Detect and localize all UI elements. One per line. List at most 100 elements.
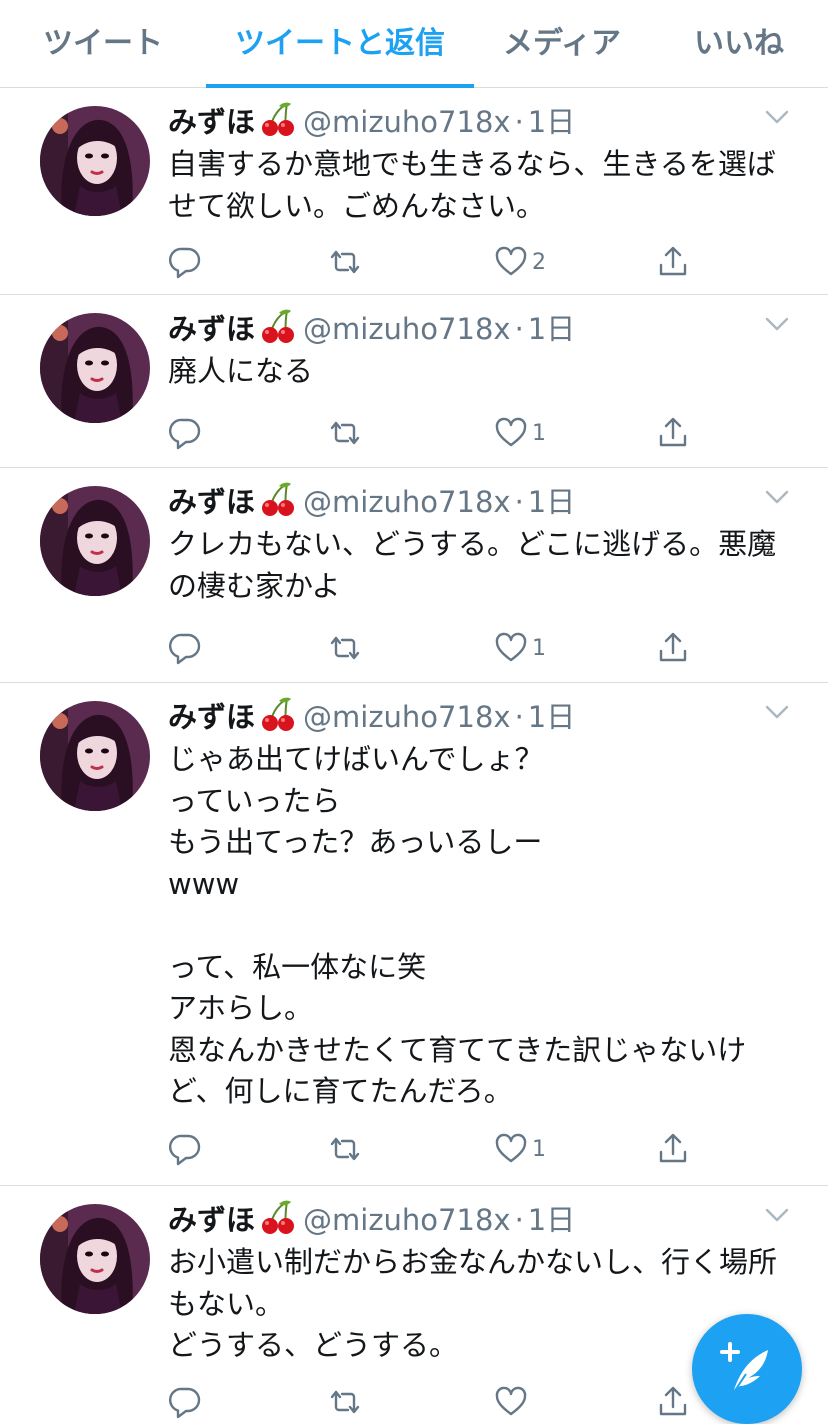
- tweet[interactable]: みずほ @mizuho718x · 1日 自害するか意地でも生きるなら、生きるを選ばせ…: [0, 88, 828, 295]
- tweet-actions: 1: [168, 1129, 728, 1169]
- avatar[interactable]: [40, 106, 150, 216]
- retweet-icon: [330, 1390, 360, 1414]
- tweet-actions: 2: [168, 242, 728, 282]
- reply-icon: [169, 1134, 201, 1166]
- share-icon: [659, 246, 687, 276]
- retweet-button[interactable]: [328, 413, 362, 453]
- display-name[interactable]: みずほ: [168, 1203, 255, 1237]
- timestamp[interactable]: 1日: [528, 1203, 575, 1237]
- share-icon: [659, 1133, 687, 1163]
- share-button[interactable]: [656, 628, 690, 668]
- retweet-button[interactable]: [328, 628, 362, 668]
- tweet[interactable]: みずほ @mizuho718x · 1日 クレカもない、どうする。どこに逃げる。悪魔の…: [0, 468, 828, 683]
- share-icon: [659, 1386, 687, 1416]
- chevron-down-icon[interactable]: [764, 315, 790, 333]
- tweet-header: みずほ @mizuho718x · 1日: [168, 480, 575, 522]
- reply-button[interactable]: [168, 413, 202, 453]
- separator-dot: ·: [514, 700, 524, 734]
- reply-icon: [169, 247, 201, 279]
- tab-tweets[interactable]: ツイート: [0, 0, 206, 87]
- cherries-emoji-icon: [259, 695, 297, 733]
- timestamp[interactable]: 1日: [528, 312, 575, 346]
- tab-likes[interactable]: いいね: [650, 0, 828, 87]
- reply-icon: [169, 1387, 201, 1419]
- tweet-text: クレカもない、どうする。どこに逃げる。悪魔の棲む家かよ: [168, 527, 777, 603]
- share-button[interactable]: [656, 413, 690, 453]
- reply-button[interactable]: [168, 628, 202, 668]
- retweet-icon: [330, 421, 360, 445]
- reply-icon: [169, 418, 201, 450]
- tweet-text: 自害するか意地でも生きるなら、生きるを選ばせて欲しい。ごめんなさい。: [168, 147, 776, 223]
- tweet-text: じゃあ出てけばいんでしょ？ っていったら もう出てった？あっいるしー www っ…: [168, 742, 747, 1108]
- tweet-actions: [168, 1382, 728, 1422]
- share-button[interactable]: [656, 1382, 690, 1422]
- timestamp[interactable]: 1日: [528, 700, 575, 734]
- share-button[interactable]: [656, 242, 690, 282]
- like-button[interactable]: [494, 1382, 532, 1422]
- retweet-icon: [330, 250, 360, 274]
- display-name[interactable]: みずほ: [168, 485, 255, 519]
- like-count: 1: [532, 420, 546, 446]
- timestamp[interactable]: 1日: [528, 105, 575, 139]
- heart-icon: [495, 246, 527, 276]
- chevron-down-icon[interactable]: [764, 703, 790, 721]
- heart-icon: [495, 632, 527, 662]
- heart-icon: [495, 1133, 527, 1163]
- tab-tweets-and-replies[interactable]: ツイートと返信: [206, 0, 474, 87]
- heart-icon: [495, 1386, 527, 1416]
- separator-dot: ·: [514, 485, 524, 519]
- reply-button[interactable]: [168, 242, 202, 282]
- avatar[interactable]: [40, 486, 150, 596]
- chevron-down-icon[interactable]: [764, 1206, 790, 1224]
- like-count: 2: [532, 249, 546, 275]
- like-button[interactable]: 1: [494, 413, 546, 453]
- retweet-button[interactable]: [328, 1382, 362, 1422]
- user-handle[interactable]: @mizuho718x: [303, 312, 511, 346]
- heart-icon: [495, 417, 527, 447]
- share-button[interactable]: [656, 1129, 690, 1169]
- display-name[interactable]: みずほ: [168, 105, 255, 139]
- cherries-emoji-icon: [259, 1198, 297, 1236]
- cherries-emoji-icon: [259, 307, 297, 345]
- chevron-down-icon[interactable]: [764, 488, 790, 506]
- user-handle[interactable]: @mizuho718x: [303, 485, 511, 519]
- share-icon: [659, 632, 687, 662]
- cherries-emoji-icon: [259, 480, 297, 518]
- retweet-button[interactable]: [328, 1129, 362, 1169]
- tab-media[interactable]: メディア: [474, 0, 650, 87]
- like-button[interactable]: 2: [494, 242, 546, 282]
- user-handle[interactable]: @mizuho718x: [303, 700, 511, 734]
- user-handle[interactable]: @mizuho718x: [303, 1203, 511, 1237]
- retweet-button[interactable]: [328, 242, 362, 282]
- compose-tweet-button[interactable]: [692, 1314, 802, 1424]
- tweet-actions: 1: [168, 413, 728, 453]
- reply-icon: [169, 633, 201, 665]
- display-name[interactable]: みずほ: [168, 312, 255, 346]
- profile-tabs: ツイート ツイートと返信 メディア いいね: [0, 0, 828, 88]
- tweet[interactable]: みずほ @mizuho718x · 1日 廃人になる 1: [0, 295, 828, 468]
- tweet-header: みずほ @mizuho718x · 1日: [168, 695, 575, 737]
- reply-button[interactable]: [168, 1129, 202, 1169]
- avatar[interactable]: [40, 1204, 150, 1314]
- tweet-text: 廃人になる: [168, 354, 314, 388]
- tweet-text: お小遣い制だからお金なんかないし、行く場所もない。 どうする、どうする。: [168, 1245, 778, 1362]
- tweet-actions: 1: [168, 628, 728, 668]
- like-count: 1: [532, 635, 546, 661]
- separator-dot: ·: [514, 312, 524, 346]
- like-button[interactable]: 1: [494, 628, 546, 668]
- like-button[interactable]: 1: [494, 1129, 546, 1169]
- chevron-down-icon[interactable]: [764, 108, 790, 126]
- reply-button[interactable]: [168, 1382, 202, 1422]
- user-handle[interactable]: @mizuho718x: [303, 105, 511, 139]
- tweet[interactable]: みずほ @mizuho718x · 1日 じゃあ出てけばいんでしょ？ っていったら も…: [0, 683, 828, 1186]
- like-count: 1: [532, 1136, 546, 1162]
- share-icon: [659, 417, 687, 447]
- separator-dot: ·: [514, 105, 524, 139]
- retweet-icon: [330, 1137, 360, 1161]
- avatar[interactable]: [40, 701, 150, 811]
- display-name[interactable]: みずほ: [168, 700, 255, 734]
- avatar[interactable]: [40, 313, 150, 423]
- timestamp[interactable]: 1日: [528, 485, 575, 519]
- compose-tweet-icon: [720, 1342, 768, 1393]
- tweet-header: みずほ @mizuho718x · 1日: [168, 100, 575, 142]
